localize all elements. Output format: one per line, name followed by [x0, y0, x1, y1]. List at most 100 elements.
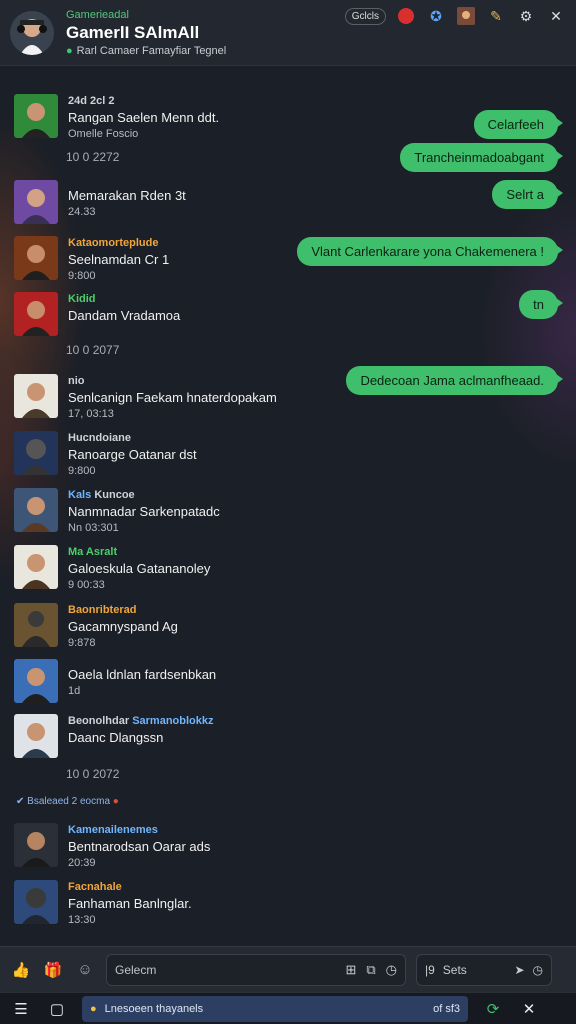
user-avatar[interactable]	[14, 180, 58, 224]
emoji-badge-icon: ●	[90, 1002, 97, 1015]
message-composer: 👍 🎁 ☺ Gelecm ⊞ ⧉ ◷ |9 Sets ➤ ◷	[0, 946, 576, 992]
check-icon: ✔	[16, 796, 25, 807]
message-time: 9:800	[68, 465, 96, 477]
menu-icon[interactable]: ☰	[10, 998, 32, 1020]
outgoing-bubble[interactable]: Trancheinmadoabgant	[400, 143, 563, 172]
sender-name: 24d 2cl 2	[68, 95, 115, 107]
message-text: Bentnarodsan Oarar ads	[68, 839, 211, 854]
message-item[interactable]: Beonolhdar Sarmanoblokkz Daanc Dlangssn	[14, 714, 214, 758]
close-icon[interactable]: ✕	[518, 998, 540, 1020]
attach-icon[interactable]: ⊞	[345, 962, 356, 978]
user-avatar[interactable]	[14, 431, 58, 475]
message-text: Memarakan Rden 3t	[68, 188, 186, 203]
date-divider: 10 0 2072	[66, 767, 120, 781]
outgoing-bubble[interactable]: Celarfeeh	[473, 110, 564, 139]
refresh-icon[interactable]: ⟳	[482, 998, 504, 1020]
gift-icon[interactable]: 🎁	[42, 959, 64, 981]
message-input[interactable]: Gelecm ⊞ ⧉ ◷	[106, 953, 406, 986]
user-avatar[interactable]	[14, 603, 58, 647]
message-time: 1d	[68, 685, 81, 697]
sender-name: Kataomorteplude	[68, 237, 159, 249]
message-text: Daanc Dlangssn	[68, 730, 164, 745]
message-text: Nanmnadar Sarkenpatadc	[68, 504, 220, 519]
user-avatar[interactable]	[14, 823, 58, 867]
message-text: Ranoarge Oatanar dst	[68, 447, 197, 462]
outgoing-bubble[interactable]: Vlant Carlenkarare yona Chakemenera !	[297, 237, 563, 266]
sender-name: Hucndoiane	[68, 432, 131, 444]
message-item[interactable]: Kataomorteplude Seelnamdan Cr 1 9:800	[14, 236, 169, 282]
thumbs-up-icon[interactable]: 👍	[10, 959, 32, 981]
message-item[interactable]: Memarakan Rden 3t 24.33	[14, 180, 186, 224]
gallery-icon[interactable]: ⧉	[366, 962, 375, 978]
user-avatar[interactable]	[14, 714, 58, 758]
pencil-icon[interactable]: ✎	[486, 6, 506, 26]
user-avatar[interactable]	[14, 659, 58, 703]
message-item[interactable]: Baonribterad Gacamnyspand Ag 9:878	[14, 603, 178, 649]
send-area[interactable]: |9 Sets ➤ ◷	[416, 953, 552, 986]
header-actions: Gclcls ✪ ✎ ⚙ ✕	[344, 6, 566, 26]
channel-avatar[interactable]	[10, 10, 54, 55]
message-item[interactable]: Ma Asralt Galoeskula Gatananoley 9 00:33	[14, 545, 210, 591]
user-avatar[interactable]	[14, 292, 58, 336]
sender-name: Beonolhdar Sarmanoblokkz	[68, 715, 214, 727]
counter-label: of sf3	[433, 1002, 460, 1015]
message-item[interactable]: Facnahale Fanhaman Banlnglar. 13:30	[14, 880, 192, 926]
sender-name: Kamenailenemes	[68, 824, 158, 836]
settings-icon[interactable]: ⚙	[516, 6, 536, 26]
message-item[interactable]: Oaela ldnlan fardsenbkan 1d	[14, 659, 216, 703]
send-icon[interactable]: ➤	[514, 963, 524, 977]
channel-subtitle: Gamerieadal	[66, 8, 129, 21]
message-time: Nn 03:301	[68, 522, 119, 534]
message-item[interactable]: 24d 2cl 2 Rangan Saelen Menn ddt. Omelle…	[14, 94, 219, 140]
message-text: Gacamnyspand Ag	[68, 619, 178, 634]
message-time: 13:30	[68, 914, 96, 926]
message-time: 20:39	[68, 857, 96, 869]
date-divider: 10 0 2272	[66, 150, 120, 164]
image-icon[interactable]	[456, 6, 476, 26]
message-item[interactable]: nio Senlcanign Faekam hnaterdopakam 17, …	[14, 374, 277, 420]
channel-status: ● Rarl Camaer Famayfiar Tegnel	[66, 44, 227, 57]
bottom-bar: ☰ ▢ ● Lnesoeen thayanels of sf3 ⟳ ✕	[0, 992, 576, 1024]
clock-icon[interactable]: ◷	[386, 962, 397, 978]
sender-name: Ma Asralt	[68, 546, 118, 558]
message-text: Seelnamdan Cr 1	[68, 252, 170, 267]
outgoing-bubble[interactable]: tn	[519, 290, 563, 319]
user-avatar[interactable]	[14, 94, 58, 138]
status-input[interactable]: ● Lnesoeen thayanels of sf3	[82, 995, 468, 1022]
message-time: 9 00:33	[68, 579, 105, 591]
tag-button[interactable]: Gclcls	[344, 7, 386, 25]
message-time: 9:800	[68, 270, 96, 282]
message-text: Oaela ldnlan fardsenbkan	[68, 667, 217, 682]
outgoing-bubble[interactable]: Selrt a	[492, 180, 563, 209]
message-time: 24.33	[68, 206, 96, 218]
message-text: Senlcanign Faekam hnaterdopakam	[68, 390, 277, 405]
user-avatar[interactable]	[14, 880, 58, 924]
notification-icon[interactable]	[396, 6, 416, 26]
sender-name: nio	[68, 375, 85, 387]
message-item[interactable]: Kamenailenemes Bentnarodsan Oarar ads 20…	[14, 823, 210, 869]
sender-name: Facnahale	[68, 881, 122, 893]
window-icon[interactable]: ▢	[46, 998, 68, 1020]
date-divider: 10 0 2077	[66, 343, 120, 357]
user-avatar[interactable]	[14, 374, 58, 418]
outgoing-bubble[interactable]: Dedecoan Jama aclmanfheaad.	[346, 366, 563, 395]
message-item[interactable]: Kals Kuncoe Nanmnadar Sarkenpatadc Nn 03…	[14, 488, 220, 534]
channel-toggle-icon[interactable]: |9	[425, 963, 435, 977]
sender-name: Baonribterad	[68, 604, 137, 616]
message-item[interactable]: Kidid Dandam Vradamoa	[14, 292, 180, 336]
user-avatar[interactable]	[14, 236, 58, 280]
message-time: Omelle Foscio	[68, 128, 139, 140]
close-icon[interactable]: ✕	[546, 6, 566, 26]
message-text: Dandam Vradamoa	[68, 308, 181, 323]
user-avatar[interactable]	[14, 545, 58, 589]
chat-header: Gamerieadal GamerlI SAlmAll ● Rarl Camaer…	[0, 0, 576, 66]
message-item[interactable]: Hucndoiane Ranoarge Oatanar dst 9:800	[14, 431, 197, 477]
user-avatar[interactable]	[14, 488, 58, 532]
sender-name: Kidid	[68, 293, 96, 305]
pin-icon[interactable]: ✪	[426, 6, 446, 26]
timer-icon[interactable]: ◷	[533, 963, 543, 977]
system-note: ✔ Bsaleaed 2 eocma ●	[16, 796, 119, 807]
emoji-icon[interactable]: ☺	[74, 959, 96, 981]
message-text: Fanhaman Banlnglar.	[68, 896, 192, 911]
online-dot-icon: ●	[66, 44, 73, 57]
